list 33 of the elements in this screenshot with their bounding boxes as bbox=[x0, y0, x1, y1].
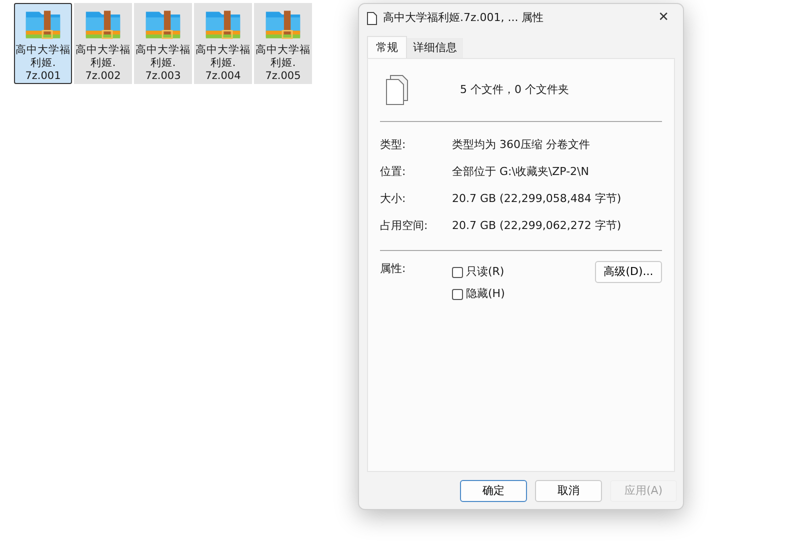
tab[interactable]: 详细信息 bbox=[407, 38, 463, 58]
advanced-button[interactable]: 高级(D)... bbox=[595, 261, 662, 283]
checkbox[interactable] bbox=[452, 266, 463, 278]
window-title: 高中大学福利姬.7z.001, ... 属性 bbox=[383, 10, 545, 26]
field-value: 20.7 GB (22,299,058,484 字节) bbox=[452, 191, 622, 208]
file-name: 高中大学福 利姬. 7z.002 bbox=[76, 44, 130, 83]
checkbox[interactable] bbox=[452, 288, 463, 300]
field-value: 类型均为 360压缩 分卷文件 bbox=[452, 137, 590, 154]
close-button[interactable]: ✕ bbox=[652, 8, 675, 28]
checkbox-label[interactable]: 隐藏(H) bbox=[466, 286, 505, 302]
file-name: 高中大学福 利姬. 7z.005 bbox=[256, 44, 310, 83]
field-label: 占用空间: bbox=[380, 218, 429, 234]
field-label: 类型: bbox=[380, 137, 407, 154]
summary-text: 5 个文件，0 个文件夹 bbox=[460, 82, 569, 98]
field-value: 全部位于 G:\收藏夹\ZP-2\N bbox=[452, 164, 589, 180]
tab[interactable]: 常规 bbox=[367, 36, 407, 59]
document-icon bbox=[367, 12, 377, 24]
field-label: 大小: bbox=[380, 191, 407, 208]
file-icon-tile[interactable]: 高中大学福 利姬. 7z.004 bbox=[194, 3, 252, 84]
dialog-button[interactable]: 取消 bbox=[535, 480, 602, 502]
attributes-label: 属性: bbox=[380, 261, 407, 277]
file-name: 高中大学福 利姬. 7z.001 bbox=[16, 44, 70, 83]
file-icon-tile[interactable]: 高中大学福 利姬. 7z.001 bbox=[14, 3, 72, 84]
documents-icon bbox=[386, 75, 410, 105]
file-name: 高中大学福 利姬. 7z.003 bbox=[136, 44, 190, 83]
file-icon-tile[interactable]: 高中大学福 利姬. 7z.002 bbox=[74, 3, 132, 84]
checkbox-label[interactable]: 只读(R) bbox=[466, 264, 504, 280]
file-name: 高中大学福 利姬. 7z.004 bbox=[196, 44, 250, 83]
file-icon-tile[interactable]: 高中大学福 利姬. 7z.005 bbox=[254, 3, 312, 84]
file-icon-tile[interactable]: 高中大学福 利姬. 7z.003 bbox=[134, 3, 192, 84]
dialog-button[interactable]: 确定 bbox=[460, 480, 527, 502]
field-label: 位置: bbox=[380, 164, 407, 180]
field-value: 20.7 GB (22,299,062,272 字节) bbox=[452, 218, 622, 234]
